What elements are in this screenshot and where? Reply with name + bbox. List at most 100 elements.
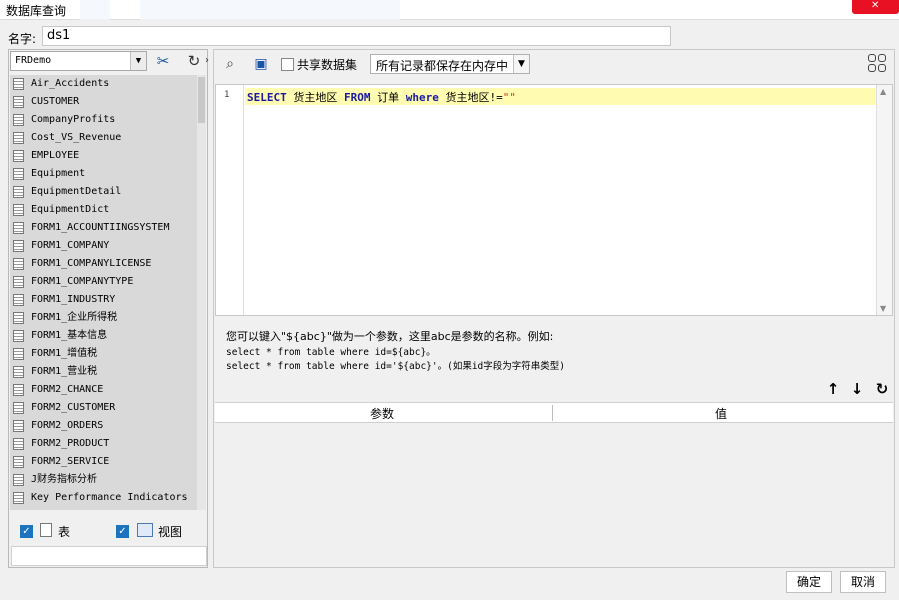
table-list-item[interactable]: CompanyProfits	[10, 111, 206, 129]
table-list-item-label: FORM2_ORDERS	[31, 420, 104, 431]
sql-token: 货主地区!=	[438, 91, 503, 104]
table-list-item-label: CUSTOMER	[31, 96, 80, 107]
table-list-item-label: FORM1_企业所得税	[31, 312, 118, 323]
chevron-down-icon[interactable]: ▼	[130, 52, 146, 70]
table-list-item[interactable]: FORM1_营业税	[10, 363, 206, 381]
table-list-scrollbar[interactable]	[197, 75, 206, 510]
table-list-item[interactable]: FORM1_COMPANY	[10, 237, 206, 255]
sql-token: 订单	[370, 91, 406, 104]
table-list-item[interactable]: EquipmentDict	[10, 201, 206, 219]
line-gutter: 1	[216, 85, 244, 315]
window-title: 数据库查询	[6, 4, 67, 18]
table-list-item[interactable]: FORM1_INDUSTRY	[10, 291, 206, 309]
share-dataset-checkbox[interactable]	[281, 58, 294, 71]
line-number: 1	[224, 90, 230, 100]
table-list-item[interactable]: CUSTOMER	[10, 93, 206, 111]
table-icon	[13, 348, 24, 360]
table-list-item[interactable]: Equipment	[10, 165, 206, 183]
table-list-item[interactable]: Air_Accidents	[10, 75, 206, 93]
title-bar: 数据库查询	[0, 0, 899, 20]
table-search-input[interactable]	[11, 546, 207, 566]
table-list-item-label: EquipmentDetail	[31, 186, 122, 197]
table-list-item[interactable]: FORM2_ORDERS	[10, 417, 206, 435]
sql-token: ""	[502, 91, 516, 104]
table-icon	[13, 312, 24, 324]
table-list-item[interactable]: FORM1_COMPANYLICENSE	[10, 255, 206, 273]
view-filter-checkbox[interactable]: ✓	[116, 525, 129, 538]
table-icon	[13, 132, 24, 144]
cancel-button[interactable]: 取消	[840, 571, 886, 593]
datasource-select[interactable]: FRDemo ▼	[10, 51, 147, 71]
bookmark-icon[interactable]: ▣	[250, 53, 272, 75]
connection-settings-icon[interactable]: ✂	[152, 51, 174, 71]
scrollbar-thumb[interactable]	[198, 77, 205, 123]
close-button[interactable]	[852, 0, 899, 14]
table-list-item-label: FORM2_PRODUCT	[31, 438, 110, 449]
background-window-ghost	[80, 0, 110, 20]
name-label: 名字:	[8, 32, 37, 46]
table-icon	[13, 204, 24, 216]
table-icon	[13, 96, 24, 108]
chevron-down-icon[interactable]: ▼	[513, 55, 529, 73]
arrow-up-icon[interactable]: ↑	[822, 378, 844, 400]
parameter-table-header: 参数 值	[215, 403, 893, 423]
sql-token: 货主地区	[286, 91, 344, 104]
parameter-example: select * from table where id='${abc}'。(如…	[226, 361, 565, 372]
table-list-item-label: FORM1_基本信息	[31, 330, 108, 341]
table-list-item-label: FORM1_COMPANY	[31, 240, 110, 251]
table-icon	[40, 523, 52, 537]
scroll-down-icon[interactable]: ▼	[880, 304, 886, 313]
layout-grid-icon[interactable]	[868, 54, 888, 74]
table-list-item[interactable]: FORM2_PRODUCT	[10, 435, 206, 453]
editor-scrollbar[interactable]: ▲ ▼	[876, 85, 892, 315]
table-list-item[interactable]: Key Performance Indicators	[10, 489, 206, 507]
collapse-arrow-icon[interactable]: ›	[203, 51, 211, 71]
table-list-item[interactable]: FORM1_COMPANYTYPE	[10, 273, 206, 291]
sql-code-line[interactable]: SELECT 货主地区 FROM 订单 where 货主地区!=""	[245, 88, 875, 105]
table-list-item[interactable]: FORM1_增值税	[10, 345, 206, 363]
ok-button[interactable]: 确定	[786, 571, 832, 593]
preview-icon[interactable]: ⌕	[219, 53, 241, 75]
table-list-item-label: EquipmentDict	[31, 204, 110, 215]
table-list-item[interactable]: FORM2_SERVICE	[10, 453, 206, 471]
view-icon	[137, 523, 153, 537]
table-list-item[interactable]: FORM1_ACCOUNTIINGSYSTEM	[10, 219, 206, 237]
refresh-icon[interactable]: ↻	[871, 378, 893, 400]
parameter-example: select * from table where id=${abc}。	[226, 347, 436, 358]
scroll-up-icon[interactable]: ▲	[880, 87, 886, 96]
table-list-item[interactable]: J财务指标分析	[10, 471, 206, 489]
sql-editor[interactable]: 1 SELECT 货主地区 FROM 订单 where 货主地区!="" ▲ ▼	[215, 84, 893, 316]
table-list-item[interactable]: Cost_VS_Revenue	[10, 129, 206, 147]
table-list-item[interactable]: FORM1_企业所得税	[10, 309, 206, 327]
table-list-item-label: Cost_VS_Revenue	[31, 132, 122, 143]
table-list-item-label: FORM1_COMPANYLICENSE	[31, 258, 152, 269]
table-list-item[interactable]: FORM1_基本信息	[10, 327, 206, 345]
table-list-item-label: Air_Accidents	[31, 78, 110, 89]
table-list-item[interactable]: FORM2_CHANCE	[10, 381, 206, 399]
table-list-item[interactable]: FORM2_CUSTOMER	[10, 399, 206, 417]
memory-mode-select[interactable]: 所有记录都保存在内存中 ▼	[370, 54, 530, 74]
table-list-item-label: FORM1_COMPANYTYPE	[31, 276, 134, 287]
table-icon	[13, 258, 24, 270]
refresh-icon[interactable]: ↻	[183, 51, 205, 71]
table-list-item-label: FORM1_INDUSTRY	[31, 294, 116, 305]
table-icon	[13, 78, 24, 90]
arrow-down-icon[interactable]: ↓	[846, 378, 868, 400]
share-dataset-label: 共享数据集	[297, 58, 358, 72]
table-filter-label: 表	[58, 525, 71, 539]
table-filter-checkbox[interactable]: ✓	[20, 525, 33, 538]
background-window-ghost	[140, 0, 400, 20]
table-list-item[interactable]: EquipmentDetail	[10, 183, 206, 201]
name-input[interactable]: ds1	[42, 26, 671, 46]
table-list-item-label: EMPLOYEE	[31, 150, 80, 161]
column-header-value: 值	[715, 407, 728, 421]
sql-token: SELECT	[247, 91, 287, 104]
table-list-item-label: FORM2_CUSTOMER	[31, 402, 116, 413]
table-list-item-label: Equipment	[31, 168, 86, 179]
table-icon	[13, 168, 24, 180]
view-filter-label: 视图	[158, 525, 183, 539]
table-icon	[13, 240, 24, 252]
parameter-hint: 您可以键入"${abc}"做为一个参数，这里abc是参数的名称。例如:	[226, 330, 554, 343]
table-icon	[13, 384, 24, 396]
table-list-item[interactable]: EMPLOYEE	[10, 147, 206, 165]
